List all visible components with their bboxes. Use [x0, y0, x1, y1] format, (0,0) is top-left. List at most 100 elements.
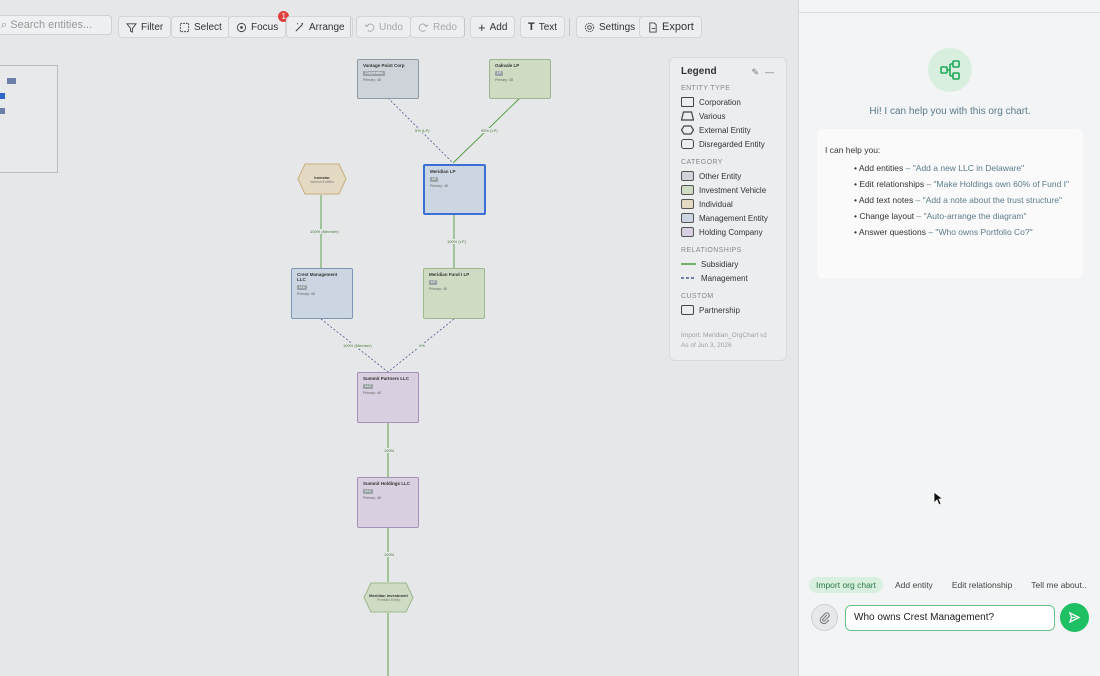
paperclip-icon [819, 611, 830, 624]
legend-item: Partnership [681, 303, 775, 317]
help-item-label: • Add entities [854, 163, 904, 173]
legend-item: External Entity [681, 123, 775, 137]
node-tag: LLC [363, 489, 374, 494]
node-detail: Primary: 48 [363, 496, 381, 500]
legend-label: Individual [699, 199, 733, 209]
help-item-label: • Edit relationships [854, 179, 925, 189]
legend-label: Disregarded Entity [699, 139, 765, 149]
chat-input[interactable]: Who owns Crest Management? [845, 605, 1055, 631]
legend-item: Individual [681, 197, 775, 211]
edge-label: 5% (LP) [414, 128, 431, 133]
legend-item: Management [681, 271, 775, 285]
help-item-label: • Answer questions [854, 227, 926, 237]
legend-label: Management [701, 273, 748, 283]
org-node-crest[interactable]: Crest Management LLC LLC Primary: 48 [291, 268, 353, 319]
org-node-oakvale[interactable]: Oakvale LP LP Primary: 48 [489, 59, 551, 99]
legend-label: Subsidiary [701, 259, 739, 269]
help-item: • Edit relationships – "Make Holdings ow… [854, 179, 1075, 190]
hexagon-icon [681, 125, 694, 135]
legend-heading: RELATIONSHIPS [681, 247, 742, 254]
legend-item: Various [681, 109, 775, 123]
legend-label: Other Entity [699, 171, 742, 181]
node-title: Oakvale LP [495, 63, 520, 68]
node-tag: LP [430, 177, 439, 182]
node-tag: LLC [297, 285, 308, 290]
edge-label: 100% [383, 448, 396, 453]
node-detail: Primary: 48 [495, 78, 513, 82]
edge-label: 100% (LP) [446, 239, 467, 244]
org-node-vantage[interactable]: Vantage Point Corp Corporation Primary: … [357, 59, 419, 99]
org-node-meridian[interactable]: Meridian LP LP Primary: 48 [423, 164, 486, 215]
send-button[interactable] [1060, 603, 1089, 632]
mouse-cursor-icon [933, 491, 943, 506]
org-node-investor[interactable]: Investor Various Entities [297, 163, 347, 195]
node-tag: LP [429, 280, 438, 285]
edge-label: 100% (Member) [309, 229, 340, 234]
swatch-icon [681, 213, 694, 223]
legend-item: Subsidiary [681, 257, 775, 271]
rectangle-icon [681, 97, 694, 107]
node-title: Vantage Point Corp [363, 63, 405, 68]
node-title: Crest Management LLC [297, 272, 338, 282]
minimize-icon[interactable]: — [765, 67, 774, 78]
solid-line-icon [681, 263, 696, 265]
dashed-line-icon [681, 277, 696, 279]
org-node-summit-holdings[interactable]: Summit Holdings LLC LLC Primary: 48 [357, 477, 419, 528]
org-node-portfolio[interactable]: Meridian Investment Portfolio Entity [363, 582, 414, 613]
help-item: • Add text notes – "Add a note about the… [854, 195, 1075, 206]
edge-label: 0% [418, 343, 426, 348]
chat-panel: Hi! I can help you with this org chart. … [798, 0, 1100, 676]
legend-heading: CUSTOM [681, 293, 714, 300]
help-title: I can help you: [825, 145, 881, 155]
legend-label: Corporation [699, 97, 741, 107]
legend-label: Investment Vehicle [699, 185, 767, 195]
send-icon [1068, 611, 1081, 624]
suggestion-chips: Import org chart Add entity Edit relatio… [809, 577, 1094, 593]
help-item-example: – "Add a note about the trust structure" [915, 195, 1062, 205]
node-title: Meridian LP [430, 169, 456, 174]
node-tag: LLC [363, 384, 374, 389]
node-title: Meridian Fund I LP [429, 272, 470, 277]
swatch-icon [681, 199, 694, 209]
swatch-icon [681, 171, 694, 181]
chat-header [799, 0, 1100, 13]
legend-footer: As of Jun 3, 2026 [681, 342, 732, 349]
chat-input-value: Who owns Crest Management? [854, 612, 995, 623]
node-tag: Corporation [363, 71, 386, 76]
org-node-summit-partners[interactable]: Summit Partners LLC LLC Primary: 48 [357, 372, 419, 423]
edge-label: 95% (LP) [480, 128, 499, 133]
suggestion-tell-me-about[interactable]: Tell me about.. [1024, 577, 1093, 593]
node-detail: Primary: 48 [430, 184, 448, 188]
rounded-rectangle-icon [681, 139, 694, 149]
node-title: Summit Partners LLC [363, 376, 410, 381]
legend-footer: Import: Meridian_OrgChart v2 [681, 332, 767, 339]
suggestion-edit-relationship[interactable]: Edit relationship [945, 577, 1019, 593]
legend-item: Investment Vehicle [681, 183, 775, 197]
edge-label: 100% [383, 552, 396, 557]
node-detail: Primary: 48 [363, 78, 381, 82]
rectangle-icon [681, 305, 694, 315]
swatch-icon [681, 227, 694, 237]
help-item-example: – "Add a new LLC in Delaware" [905, 163, 1025, 173]
swatch-icon [681, 185, 694, 195]
legend-heading: CATEGORY [681, 159, 723, 166]
pencil-icon[interactable]: ✎ [751, 67, 759, 78]
legend-panel: Legend ✎ — ENTITY TYPE Corporation Vario… [669, 57, 787, 361]
node-tag: LP [495, 71, 504, 76]
suggestion-add-entity[interactable]: Add entity [888, 577, 940, 593]
node-detail: Primary: 48 [363, 391, 381, 395]
node-detail: Primary: 48 [297, 292, 315, 296]
attach-button[interactable] [811, 604, 838, 631]
edge-label: 100% (Member) [342, 343, 373, 348]
legend-item: Disregarded Entity [681, 137, 775, 151]
help-card: I can help you: • Add entities – "Add a … [817, 129, 1083, 278]
legend-label: Partnership [699, 305, 740, 315]
node-detail: Portfolio Entity [377, 598, 400, 602]
help-item: • Add entities – "Add a new LLC in Delaw… [854, 163, 1075, 174]
help-item: • Change layout – "Auto-arrange the diag… [854, 211, 1075, 222]
legend-item: Other Entity [681, 169, 775, 183]
suggestion-import-org-chart[interactable]: Import org chart [809, 577, 883, 593]
legend-label: Various [699, 111, 726, 121]
org-node-fund[interactable]: Meridian Fund I LP LP Primary: 48 [423, 268, 485, 319]
help-item-example: – "Who owns Portfolio Co?" [928, 227, 1033, 237]
